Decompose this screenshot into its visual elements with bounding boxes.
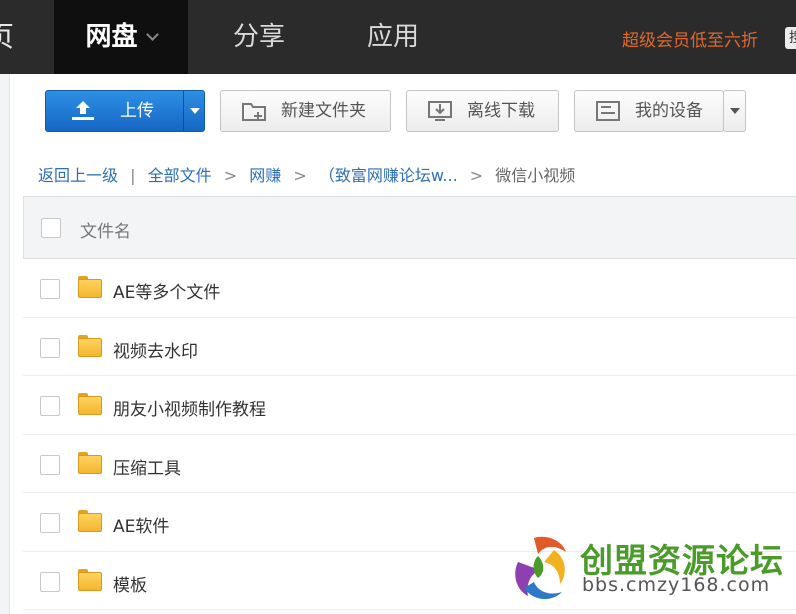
- file-list-header: 文件名: [23, 196, 796, 259]
- file-name[interactable]: 视频去水印: [113, 337, 198, 362]
- breadcrumb-arrow: >: [293, 166, 307, 185]
- vip-promo-link[interactable]: 超级会员低至六折: [622, 26, 758, 51]
- upload-icon: [72, 101, 94, 120]
- breadcrumb-current: 微信小视频: [495, 166, 576, 185]
- caret-down-icon: [730, 108, 740, 114]
- row-checkbox[interactable]: [40, 454, 60, 475]
- watermark-url: bbs.cmzy168.com: [582, 574, 771, 596]
- file-name[interactable]: AE软件: [113, 512, 169, 537]
- file-name[interactable]: 压缩工具: [113, 454, 181, 479]
- folder-icon: [78, 510, 102, 532]
- select-all-checkbox[interactable]: [41, 218, 61, 238]
- nav-tab-netdisk-label: 网盘: [85, 22, 138, 52]
- my-device-button[interactable]: 我的设备: [574, 90, 724, 132]
- my-device-dropdown-toggle[interactable]: [723, 90, 746, 132]
- toolbar: 上传 新建文件夹 离线下载 我的设备: [10, 74, 796, 148]
- chevron-down-icon: [145, 28, 159, 41]
- breadcrumb: 返回上一级 | 全部文件 > 网赚 > （致富网赚论坛w... > 微信小视频: [38, 162, 575, 186]
- folder-icon: [78, 393, 102, 415]
- upload-button[interactable]: 上传: [45, 90, 205, 132]
- offline-download-icon: [428, 101, 452, 121]
- nav-tab-apps[interactable]: 应用: [334, 0, 452, 74]
- row-checkbox[interactable]: [40, 279, 60, 299]
- forum-logo-icon: [515, 536, 566, 600]
- nav-tab-share-label: 分享: [232, 22, 285, 52]
- new-folder-button[interactable]: 新建文件夹: [220, 90, 391, 132]
- new-folder-icon: [242, 103, 266, 121]
- forum-watermark: 创盟资源论坛 bbs.cmzy168.com: [500, 528, 790, 608]
- nav-tab-apps-label: 应用: [366, 22, 419, 52]
- file-name[interactable]: 模板: [113, 571, 147, 596]
- breadcrumb-arrow: >: [469, 166, 484, 185]
- search-input-partial[interactable]: 搜: [785, 27, 796, 49]
- folder-icon: [78, 451, 102, 474]
- column-header-filename[interactable]: 文件名: [80, 217, 131, 242]
- new-folder-label: 新建文件夹: [281, 101, 366, 121]
- breadcrumb-arrow: >: [223, 166, 238, 185]
- breadcrumb-back-link[interactable]: 返回上一级: [38, 166, 118, 185]
- file-name[interactable]: 朋友小视频制作教程: [113, 395, 266, 420]
- row-checkbox[interactable]: [40, 337, 60, 358]
- row-checkbox[interactable]: [40, 571, 60, 592]
- breadcrumb-item-all-files[interactable]: 全部文件: [148, 166, 212, 185]
- row-checkbox[interactable]: [40, 396, 60, 416]
- nav-tab-share[interactable]: 分享: [200, 0, 318, 74]
- device-icon: [596, 101, 620, 121]
- breadcrumb-separator: |: [130, 166, 136, 185]
- breadcrumb-item-wangzhuan[interactable]: 网赚: [249, 166, 281, 185]
- file-name[interactable]: AE等多个文件: [113, 278, 220, 303]
- file-row[interactable]: 压缩工具: [23, 435, 796, 493]
- top-nav: 页 网盘 分享 应用 超级会员低至六折 搜: [0, 0, 796, 74]
- offline-download-button[interactable]: 离线下载: [406, 90, 559, 132]
- row-checkbox[interactable]: [40, 513, 60, 533]
- breadcrumb-item-forum-folder[interactable]: （致富网赚论坛w...: [319, 166, 458, 185]
- folder-icon: [78, 276, 102, 298]
- upload-button-main[interactable]: 上传: [46, 91, 183, 131]
- upload-button-label: 上传: [120, 101, 154, 121]
- caret-down-icon: [190, 108, 200, 114]
- folder-icon: [78, 568, 102, 591]
- folder-icon: [78, 334, 102, 357]
- my-device-label: 我的设备: [635, 101, 703, 121]
- upload-dropdown-toggle[interactable]: [183, 91, 205, 131]
- nav-tab-netdisk[interactable]: 网盘: [54, 0, 188, 74]
- file-row[interactable]: 朋友小视频制作教程: [23, 376, 796, 435]
- file-row[interactable]: 视频去水印: [23, 318, 796, 376]
- nav-tab-home-partial[interactable]: 页: [0, 0, 54, 74]
- offline-download-label: 离线下载: [467, 101, 535, 121]
- left-sidebar-edge: [0, 74, 10, 614]
- file-row[interactable]: AE等多个文件: [23, 259, 796, 318]
